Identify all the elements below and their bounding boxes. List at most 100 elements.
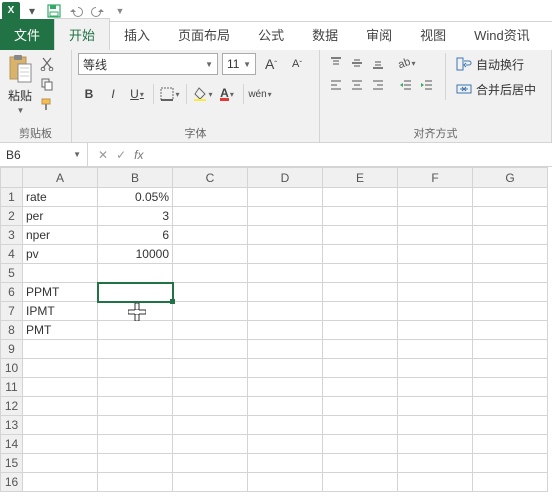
paste-label[interactable]: 粘贴	[8, 87, 32, 104]
cell-C9[interactable]	[173, 340, 248, 359]
tab-formulas[interactable]: 公式	[244, 19, 298, 50]
cell-E15[interactable]	[323, 454, 398, 473]
cell-E11[interactable]	[323, 378, 398, 397]
cell-G8[interactable]	[473, 321, 548, 340]
cell-B11[interactable]	[98, 378, 173, 397]
italic-button[interactable]: I	[102, 83, 124, 105]
cell-A3[interactable]: nper	[23, 226, 98, 245]
cell-F3[interactable]	[398, 226, 473, 245]
cell-B14[interactable]	[98, 435, 173, 454]
cell-G7[interactable]	[473, 302, 548, 321]
cell-E6[interactable]	[323, 283, 398, 302]
cell-C11[interactable]	[173, 378, 248, 397]
cell-F4[interactable]	[398, 245, 473, 264]
cell-E3[interactable]	[323, 226, 398, 245]
cell-D5[interactable]	[248, 264, 323, 283]
cell-E5[interactable]	[323, 264, 398, 283]
cell-E12[interactable]	[323, 397, 398, 416]
tab-layout[interactable]: 页面布局	[164, 19, 244, 50]
cell-F8[interactable]	[398, 321, 473, 340]
cell-G9[interactable]	[473, 340, 548, 359]
cell-G12[interactable]	[473, 397, 548, 416]
cancel-formula-icon[interactable]: ✕	[98, 148, 108, 162]
cell-D15[interactable]	[248, 454, 323, 473]
cell-G16[interactable]	[473, 473, 548, 492]
bold-button[interactable]: B	[78, 83, 100, 105]
cell-C5[interactable]	[173, 264, 248, 283]
paste-icon[interactable]	[6, 53, 34, 85]
cell-G5[interactable]	[473, 264, 548, 283]
col-header[interactable]: B	[98, 168, 173, 188]
tab-file[interactable]: 文件	[0, 19, 54, 50]
cell-G13[interactable]	[473, 416, 548, 435]
row-header[interactable]: 8	[1, 321, 23, 340]
cell-G11[interactable]	[473, 378, 548, 397]
align-left-icon[interactable]	[326, 75, 346, 95]
cell-D13[interactable]	[248, 416, 323, 435]
cell-F5[interactable]	[398, 264, 473, 283]
font-color-button[interactable]: A▾	[216, 83, 238, 105]
cell-C10[interactable]	[173, 359, 248, 378]
cell-B12[interactable]	[98, 397, 173, 416]
cell-F15[interactable]	[398, 454, 473, 473]
select-all-corner[interactable]	[1, 168, 23, 188]
cell-F16[interactable]	[398, 473, 473, 492]
cell-F12[interactable]	[398, 397, 473, 416]
row-header[interactable]: 5	[1, 264, 23, 283]
cell-B6[interactable]	[98, 283, 173, 302]
paste-dropdown-icon[interactable]: ▼	[17, 106, 25, 115]
col-header[interactable]: A	[23, 168, 98, 188]
cell-E2[interactable]	[323, 207, 398, 226]
font-size-combo[interactable]: 11▼	[222, 53, 256, 75]
cell-C8[interactable]	[173, 321, 248, 340]
cell-F7[interactable]	[398, 302, 473, 321]
cell-C14[interactable]	[173, 435, 248, 454]
row-header[interactable]: 15	[1, 454, 23, 473]
format-painter-icon[interactable]	[38, 95, 56, 113]
col-header[interactable]: E	[323, 168, 398, 188]
cell-A15[interactable]	[23, 454, 98, 473]
cell-D14[interactable]	[248, 435, 323, 454]
cell-E4[interactable]	[323, 245, 398, 264]
row-header[interactable]: 12	[1, 397, 23, 416]
cell-D8[interactable]	[248, 321, 323, 340]
cell-C2[interactable]	[173, 207, 248, 226]
cell-B7[interactable]	[98, 302, 173, 321]
cell-G10[interactable]	[473, 359, 548, 378]
row-header[interactable]: 9	[1, 340, 23, 359]
cell-A11[interactable]	[23, 378, 98, 397]
cell-C16[interactable]	[173, 473, 248, 492]
cell-D2[interactable]	[248, 207, 323, 226]
cell-E10[interactable]	[323, 359, 398, 378]
cell-B10[interactable]	[98, 359, 173, 378]
tab-home[interactable]: 开始	[54, 18, 110, 50]
orientation-icon[interactable]: ab▾	[396, 53, 416, 73]
align-right-icon[interactable]	[368, 75, 388, 95]
row-header[interactable]: 1	[1, 188, 23, 207]
cell-D6[interactable]	[248, 283, 323, 302]
cell-B9[interactable]	[98, 340, 173, 359]
copy-icon[interactable]	[38, 75, 56, 93]
cell-C15[interactable]	[173, 454, 248, 473]
cell-F9[interactable]	[398, 340, 473, 359]
cell-B8[interactable]	[98, 321, 173, 340]
row-header[interactable]: 6	[1, 283, 23, 302]
cell-D10[interactable]	[248, 359, 323, 378]
cell-A6[interactable]: PPMT	[23, 283, 98, 302]
cell-F13[interactable]	[398, 416, 473, 435]
row-header[interactable]: 10	[1, 359, 23, 378]
cell-A5[interactable]	[23, 264, 98, 283]
cell-C7[interactable]	[173, 302, 248, 321]
cell-G6[interactable]	[473, 283, 548, 302]
increase-indent-icon[interactable]	[417, 75, 437, 95]
row-header[interactable]: 14	[1, 435, 23, 454]
cell-B1[interactable]: 0.05%	[98, 188, 173, 207]
cell-G15[interactable]	[473, 454, 548, 473]
cell-D11[interactable]	[248, 378, 323, 397]
cell-G4[interactable]	[473, 245, 548, 264]
cell-F6[interactable]	[398, 283, 473, 302]
cell-F10[interactable]	[398, 359, 473, 378]
col-header[interactable]: G	[473, 168, 548, 188]
cell-G14[interactable]	[473, 435, 548, 454]
cell-B13[interactable]	[98, 416, 173, 435]
